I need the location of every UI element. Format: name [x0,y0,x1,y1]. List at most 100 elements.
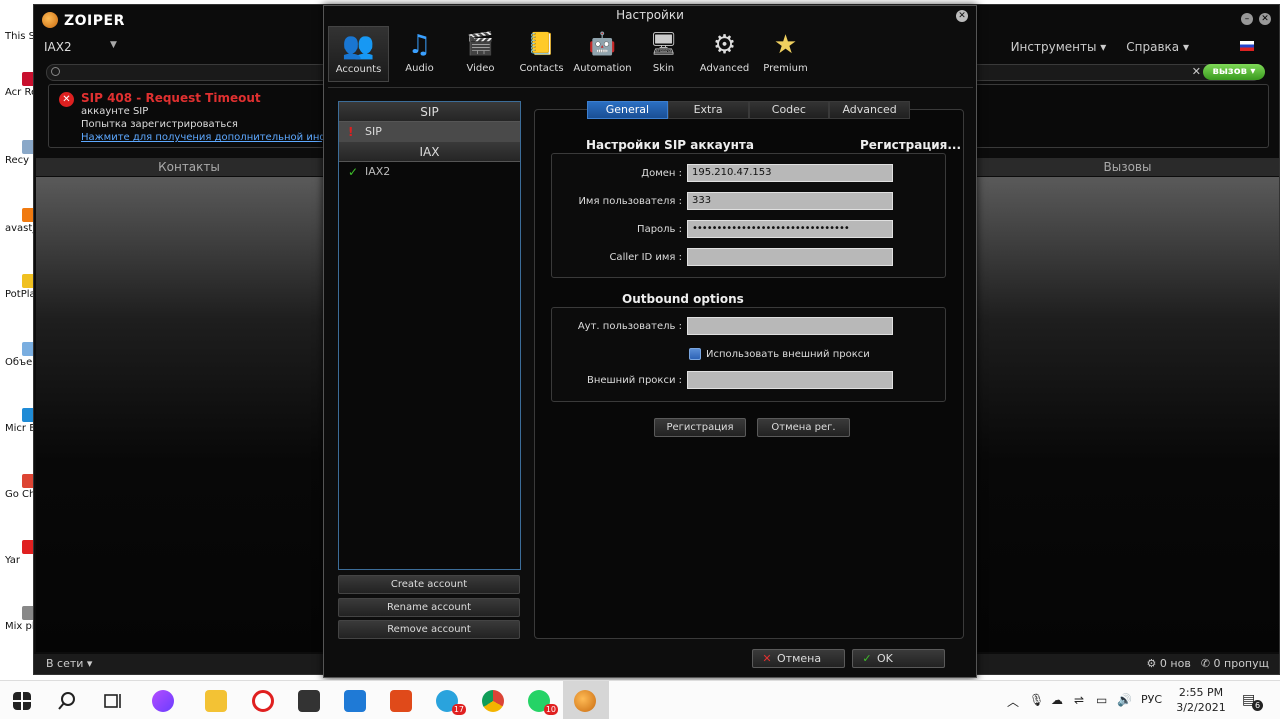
taskbar-telegram[interactable]: 17 [425,681,471,719]
toolbar-advanced[interactable]: ⚙ Advanced [694,26,755,82]
contacts-header[interactable]: Контакты [36,158,342,176]
taskbar-chrome[interactable] [471,681,517,719]
zoiper-icon [574,690,596,712]
desktop-icon-recycle-bin[interactable]: Recy [0,140,36,167]
accounts-list: SIP ! SIP IAX ✓ IAX2 [338,101,521,570]
desktop-icon-potplayer[interactable]: PotPla b [0,274,36,301]
contacts-icon: 📒 [527,32,556,57]
network-icon[interactable]: ▭ [1096,693,1107,707]
status-counters: ⚙ 0 нов ✆ 0 пропущ [1147,657,1269,670]
create-account-button[interactable]: Create account [338,575,520,594]
taskbar-file-explorer[interactable] [194,681,240,719]
windows-icon [13,692,31,710]
language-flag-icon[interactable] [1240,41,1254,51]
premium-icon: ★ [773,30,798,60]
chevron-down-icon[interactable]: ▼ [110,40,117,50]
toolbar-video[interactable]: 🎬 Video [450,26,511,82]
desktop-icon-chrome[interactable]: Go Chr [0,474,36,501]
desktop-icon-objects[interactable]: Объе объе [0,342,36,369]
language-indicator[interactable]: РУС [1141,693,1162,706]
account-group-sip: SIP [339,102,520,122]
clock-time: 2:55 PM [1178,686,1224,699]
tab-advanced[interactable]: Advanced [829,101,910,119]
taskbar-whatsapp[interactable]: 10 [517,681,563,719]
clock-date: 3/2/2021 [1176,701,1226,714]
check-status-icon: ✓ [348,165,359,179]
toolbar-premium[interactable]: ★ Premium [755,26,816,82]
task-view-button[interactable] [90,681,136,719]
desktop: This Sho Acr Read Recy avast_ PotPla b О… [0,0,36,680]
use-outbound-proxy-checkbox[interactable] [689,348,701,360]
menu-tools[interactable]: Инструменты ▾ [1011,40,1107,54]
taskbar-zoiper[interactable] [563,681,609,719]
volume-icon[interactable]: 🔊 [1117,693,1132,707]
username-field[interactable]: 333 [687,192,893,210]
toolbar-accounts[interactable]: 👥 Accounts [328,26,389,82]
close-icon[interactable]: ✕ [956,10,968,22]
username-label: Имя пользователя : [578,196,682,207]
outbound-proxy-field[interactable] [687,371,893,389]
unregister-button[interactable]: Отмена рег. [757,418,850,437]
alice-icon [152,690,174,712]
desktop-icon-avast[interactable]: avast_ [0,208,36,235]
new-messages-counter[interactable]: ⚙ 0 нов [1147,657,1191,670]
whatsapp-badge: 10 [543,704,558,715]
taskbar-alice[interactable] [141,681,187,719]
start-button[interactable] [0,681,46,719]
settings-dialog: Настройки ✕ 👥 Accounts ♫ Audio 🎬 Video 📒… [323,5,977,678]
zoiper-logo-icon [42,12,58,28]
account-item-iax2[interactable]: ✓ IAX2 [339,162,520,182]
ok-button[interactable]: ✓ OK [852,649,945,668]
dialog-title: Настройки [616,8,684,22]
desktop-icon-this-pc[interactable]: This Sho [0,30,36,43]
callerid-label: Caller ID имя : [609,252,682,263]
usb-icon[interactable]: ⇌ [1074,693,1084,707]
register-button[interactable]: Регистрация [654,418,746,437]
notification-center[interactable]: ▤ 6 [1240,690,1263,712]
password-field[interactable]: •••••••••••••••••••••••••••••••• [687,220,893,238]
search-button[interactable] [45,681,91,719]
menu-help[interactable]: Справка ▾ [1126,40,1189,54]
desktop-icon-mix[interactable]: Mix playin [0,606,36,633]
show-hidden-icons[interactable]: ︿ [1007,693,1019,710]
close-icon[interactable]: ✕ [1259,13,1271,25]
cancel-button[interactable]: ✕ Отмена [752,649,845,668]
domain-field[interactable]: 195.210.47.153 [687,164,893,182]
auth-user-field[interactable] [687,317,893,335]
desktop-icon-edge[interactable]: Micr Ec [0,408,36,435]
registration-link[interactable]: Регистрация... [860,138,961,152]
taskbar-yandex-browser[interactable] [241,681,287,719]
minimize-icon[interactable]: – [1241,13,1253,25]
tab-codec[interactable]: Codec [748,101,830,119]
call-button[interactable]: вызов ▾ [1203,64,1265,80]
clear-search-icon[interactable]: ✕ [1192,65,1201,78]
presence-status[interactable]: В сети ▾ [46,657,92,670]
taskbar-mail[interactable] [333,681,379,719]
auth-user-label: Аут. пользователь : [577,321,682,332]
remove-account-button[interactable]: Remove account [338,620,520,639]
main-menu: Инструменты ▾ Справка ▾ [1011,40,1189,54]
callerid-field[interactable] [687,248,893,266]
rename-account-button[interactable]: Rename account [338,598,520,617]
toolbar-contacts[interactable]: 📒 Contacts [511,26,572,82]
toolbar-automation[interactable]: 🤖 Automation [572,26,633,82]
clock[interactable]: 2:55 PM 3/2/2021 [1173,685,1229,715]
error-status-icon: ! [348,125,354,139]
taskbar-store[interactable] [287,681,333,719]
use-outbound-proxy-label[interactable]: Использовать внешний прокси [706,349,870,360]
missed-calls-counter[interactable]: ✆ 0 пропущ [1201,657,1269,670]
toolbar-audio[interactable]: ♫ Audio [389,26,450,82]
microphone-icon[interactable]: 🎙 [1029,693,1044,707]
desktop-icon-acrobat[interactable]: Acr Read [0,72,36,99]
tab-extra[interactable]: Extra [667,101,749,119]
toolbar-skin[interactable]: 🖥 Skin [633,26,694,82]
calls-panel [976,177,1279,652]
tab-general[interactable]: General [587,101,668,119]
onedrive-icon[interactable]: ☁ [1051,693,1063,707]
calls-header[interactable]: Вызовы [976,158,1279,176]
taskbar-office[interactable] [379,681,425,719]
folder-icon [205,690,227,712]
account-selector[interactable]: IAX2 [44,40,72,54]
desktop-icon-yandex[interactable]: Yar [0,540,36,567]
account-item-sip[interactable]: ! SIP [339,122,520,142]
